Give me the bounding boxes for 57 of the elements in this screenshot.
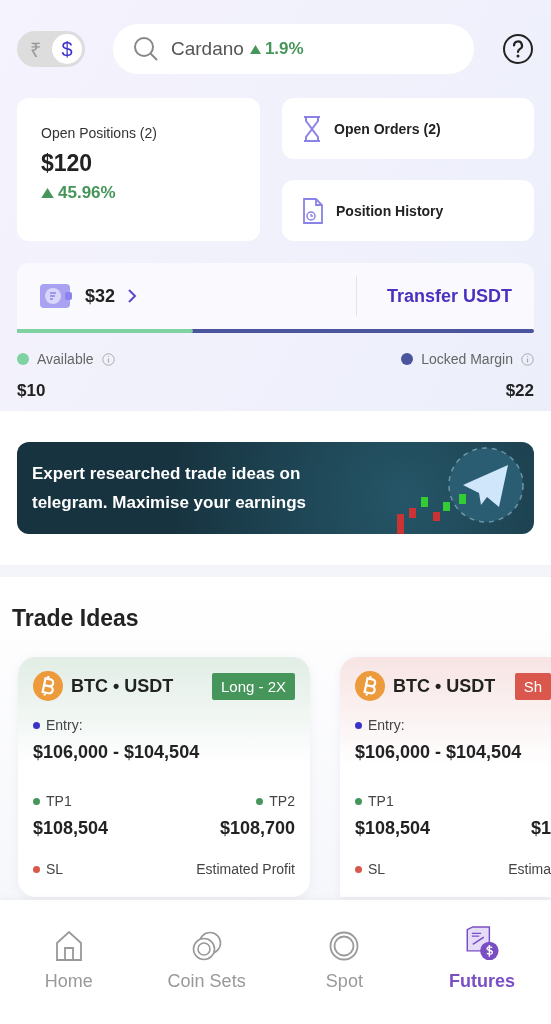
tp1-value: $108,504 xyxy=(33,818,109,839)
pair-name: BTC • USDT xyxy=(393,675,496,697)
sl-label: SL xyxy=(33,861,64,877)
transfer-usdt-button[interactable]: Transfer USDT xyxy=(368,285,512,307)
estimated-profit-label: Estimated Profit xyxy=(196,861,295,877)
tp1-label: TP1 xyxy=(33,793,72,809)
legend-value: $10 xyxy=(17,381,47,401)
tp1-value: $108,504 xyxy=(355,818,431,839)
open-orders-button[interactable]: Open Orders (2) xyxy=(282,98,534,159)
entry-label: Entry: xyxy=(33,717,295,733)
change-text: 1.9% xyxy=(264,39,304,59)
sl-label: SL xyxy=(355,861,386,877)
currency-option[interactable]: $ xyxy=(52,34,82,64)
trade-idea-card[interactable]: BTC • USDT Long - 2X Entry: $106,000 - $104,504 TP1 TP2 $108,504 $108,700 SL Estimated Profit xyxy=(18,657,310,897)
tp1-label: TP1 xyxy=(355,793,394,809)
bitcoin-icon xyxy=(355,671,385,701)
trade-idea-card[interactable]: BTC • USDT Sh Entry: $106,000 - $104,504 TP1 $108,504 $1 SL Estima xyxy=(340,657,551,897)
legend-value: $22 xyxy=(505,381,534,401)
hourglass-icon xyxy=(302,115,322,142)
open-positions-label: Open Positions (2) xyxy=(41,125,158,141)
tp2-label: TP2 xyxy=(256,793,295,809)
nav-tab[interactable]: Futures xyxy=(413,926,551,992)
currency-toggle[interactable]: ₹ $ xyxy=(17,31,85,67)
entry-label: Entry: xyxy=(355,717,551,733)
wallet-icon xyxy=(39,282,73,310)
search-icon xyxy=(133,36,159,62)
ring-icon xyxy=(329,931,360,961)
banner-text: Expert researched trade ideas on telegram. Maximise your earnings xyxy=(32,463,307,514)
entry-range: $106,000 - $104,504 xyxy=(33,742,201,763)
search-value: Cardano xyxy=(171,38,244,60)
legend-label: Locked Margin xyxy=(421,351,513,367)
tp2-value: $1 xyxy=(530,818,551,839)
open-positions-card[interactable]: Open Positions (2) $120 45.96% xyxy=(17,98,260,241)
bitcoin-icon xyxy=(33,671,63,701)
triangle-up-icon xyxy=(41,188,54,198)
position-badge: Sh xyxy=(514,672,551,700)
positions-change: 45.96% xyxy=(58,183,116,203)
section-title: Trade Ideas xyxy=(12,605,140,632)
wallet-balance: $32 xyxy=(85,285,116,307)
legend-label: Available xyxy=(37,351,94,367)
position-badge: Long - 2X xyxy=(211,672,295,700)
estimated-profit-label: Estima xyxy=(508,861,551,877)
candlestick xyxy=(397,514,404,534)
tp2-value: $108,700 xyxy=(219,818,295,839)
entry-range: $106,000 - $104,504 xyxy=(355,742,523,763)
paper-plane-icon xyxy=(448,447,524,523)
house-icon xyxy=(54,931,83,961)
telegram-banner[interactable]: Expert researched trade ideas on telegram. Maximise your earnings xyxy=(17,442,534,534)
positions-amount: $120 xyxy=(41,150,94,177)
chevron-right-icon[interactable] xyxy=(127,288,138,304)
position-history-button[interactable]: Position History xyxy=(282,180,534,241)
triangle-up-icon xyxy=(249,44,261,54)
pair-name: BTC • USDT xyxy=(71,675,174,697)
help-icon[interactable] xyxy=(502,33,534,65)
coins-icon xyxy=(191,931,222,961)
document-clock-icon xyxy=(302,197,324,224)
search-field[interactable]: Cardano 1.9% xyxy=(113,24,474,74)
